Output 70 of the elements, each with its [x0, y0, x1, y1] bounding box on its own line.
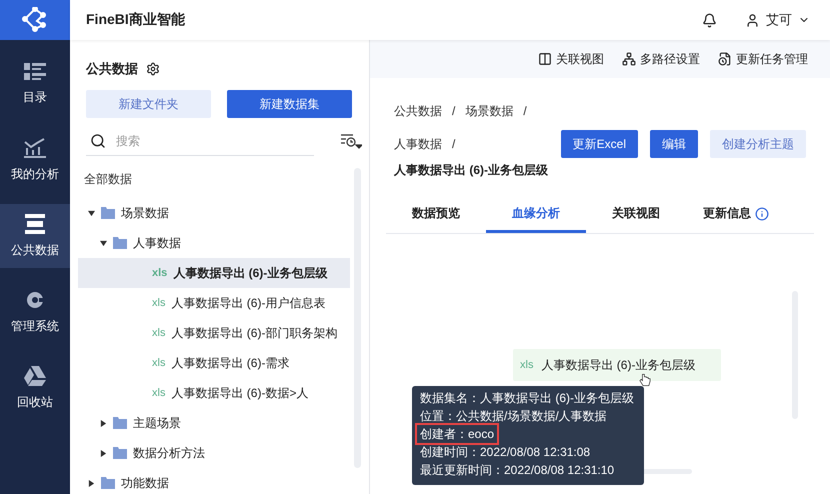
database-icon — [25, 214, 45, 234]
nav-item[interactable]: 管理系统 — [0, 280, 70, 344]
tree-item[interactable]: 功能数据 — [78, 468, 350, 494]
tree-root-label[interactable]: 全部数据 — [78, 168, 350, 198]
tree-item[interactable]: 场景数据 — [78, 198, 350, 228]
gear-icon — [25, 290, 45, 310]
tree-item[interactable]: 人事数据 — [78, 228, 350, 258]
triangle-icon — [24, 366, 46, 386]
toolbar-button[interactable]: 更新任务管理 — [718, 50, 808, 68]
tree-item[interactable]: xls 人事数据导出 (6)-业务包层级 — [78, 258, 350, 288]
tooltip-line: 数据集名：人事数据导出 (6)-业务包层级 — [420, 390, 634, 407]
tab[interactable]: 关联视图 — [586, 197, 686, 233]
new-folder-button[interactable]: 新建文件夹 — [86, 90, 211, 118]
tree-item[interactable]: 主题场景 — [78, 408, 350, 438]
panel-title: 公共数据 — [86, 60, 138, 78]
folder-icon — [101, 477, 115, 489]
action-button[interactable]: 更新Excel — [560, 130, 638, 158]
action-button[interactable]: 创建分析主题 — [710, 130, 806, 158]
caret-icon[interactable] — [100, 450, 107, 456]
nav-item[interactable]: 目录 — [0, 52, 70, 116]
nav-item[interactable]: 公共数据 — [0, 204, 70, 268]
app-title: FineBI商业智能 — [86, 11, 186, 29]
breadcrumb-separator: / — [452, 104, 456, 118]
tree-item[interactable]: xls 人事数据导出 (6)-部门职务架构 — [78, 318, 350, 348]
tab[interactable]: 更新信息 — [686, 197, 786, 233]
hierarchy-icon — [622, 52, 636, 66]
folder-icon — [113, 447, 127, 459]
tooltip-line: 最近更新时间：2022/08/08 12:31:10 — [420, 462, 614, 479]
settings-icon[interactable] — [146, 62, 160, 76]
folder-icon — [113, 417, 127, 429]
breadcrumb-separator: / — [452, 137, 456, 151]
info-icon — [755, 206, 769, 220]
breadcrumb-link[interactable]: 场景数据 — [465, 102, 514, 120]
nav-item[interactable]: 回收站 — [0, 356, 70, 420]
link-view-icon — [538, 52, 552, 66]
hand-cursor-icon — [639, 373, 651, 387]
action-button[interactable]: 编辑 — [650, 130, 698, 158]
nav-item[interactable]: 我的分析 — [0, 128, 70, 192]
folder-icon — [101, 207, 115, 219]
logo-icon — [22, 7, 48, 33]
toolbar-button[interactable]: 多路径设置 — [622, 50, 700, 68]
user-name[interactable]: 艾可 — [766, 11, 792, 29]
caret-icon[interactable] — [100, 240, 107, 246]
tooltip-line: 创建时间：2022/08/08 12:31:08 — [420, 444, 590, 461]
lineage-node[interactable]: xls 人事数据导出 (6)-业务包层级 — [513, 349, 721, 381]
tree-item[interactable]: xls 人事数据导出 (6)-需求 — [78, 348, 350, 378]
tree-item[interactable]: xls 人事数据导出 (6)-数据>人 — [78, 378, 350, 408]
tooltip-line: 创建者：eoco — [417, 425, 498, 443]
dataset-title: 人事数据导出 (6)-业务包层级 — [393, 162, 549, 179]
breadcrumb-link[interactable]: 公共数据 — [394, 102, 442, 120]
folder-icon — [113, 237, 127, 249]
tree-item[interactable]: xls 人事数据导出 (6)-用户信息表 — [78, 288, 350, 318]
bell-icon[interactable] — [702, 12, 717, 28]
sort-menu-icon[interactable] — [340, 133, 362, 149]
caret-icon[interactable] — [88, 210, 95, 216]
caret-icon[interactable] — [88, 480, 95, 486]
tooltip-line: 位置：公共数据/场景数据/人事数据 — [420, 408, 607, 425]
breadcrumb-separator: / — [523, 104, 527, 118]
tree-item[interactable]: 数据分析方法 — [78, 438, 350, 468]
list-icon — [24, 62, 46, 80]
toolbar-button[interactable]: 关联视图 — [538, 50, 604, 68]
tab[interactable]: 血缘分析 — [486, 197, 586, 233]
caret-icon[interactable] — [100, 420, 107, 426]
chart-icon — [24, 138, 46, 158]
breadcrumb-link[interactable]: 人事数据 — [394, 136, 442, 152]
new-dataset-button[interactable]: 新建数据集 — [227, 90, 352, 118]
task-icon — [718, 52, 732, 66]
search-icon — [90, 132, 106, 148]
user-icon[interactable] — [745, 12, 760, 28]
tab[interactable]: 数据预览 — [386, 197, 486, 233]
